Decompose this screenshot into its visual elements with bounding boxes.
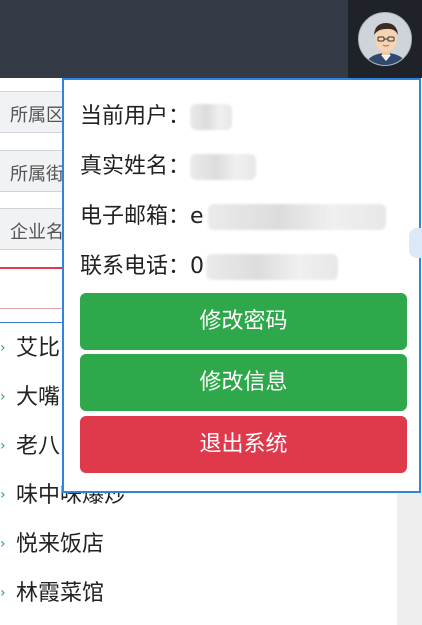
divider-red-light — [0, 308, 62, 309]
real-name-label: 真实姓名： — [80, 154, 191, 179]
phone-value-partial: 0 — [190, 254, 205, 279]
restaurant-name: 悦来饭店 — [16, 532, 105, 557]
scroll-track[interactable] — [397, 490, 422, 625]
chevron-right-icon: › — [0, 340, 6, 356]
user-avatar[interactable] — [358, 12, 412, 66]
real-name-row: 真实姓名： — [80, 150, 257, 184]
restaurant-name: 林霞菜馆 — [16, 581, 105, 606]
change-password-button[interactable]: 修改密码 — [80, 293, 407, 350]
restaurant-name: 老八 — [16, 434, 61, 459]
phone-row: 联系电话：0 — [80, 250, 339, 284]
redacted-phone — [206, 254, 339, 280]
redacted-real-name — [190, 154, 257, 180]
current-user-label: 当前用户： — [80, 104, 191, 129]
list-item[interactable]: › 悦来饭店 — [0, 520, 397, 569]
phone-label: 联系电话： — [80, 254, 191, 279]
user-info-popup: 当前用户： 真实姓名： 电子邮箱：e 联系电话：0 修改密码 修改信息 退出系统 — [62, 78, 421, 493]
edit-info-button[interactable]: 修改信息 — [80, 354, 407, 411]
email-row: 电子邮箱：e — [80, 200, 386, 234]
redacted-username — [190, 104, 233, 130]
logout-button[interactable]: 退出系统 — [80, 416, 407, 473]
street-filter-label: 所属街 — [10, 164, 64, 185]
chevron-right-icon: › — [0, 438, 6, 454]
divider-red — [0, 267, 62, 269]
chevron-right-icon: › — [0, 585, 6, 601]
company-filter-label: 企业名 — [10, 222, 64, 243]
chevron-right-icon: › — [0, 536, 6, 552]
email-label: 电子邮箱： — [80, 204, 191, 229]
avatar-icon — [359, 13, 411, 65]
email-value-partial: e — [190, 204, 204, 229]
popup-edge-highlight — [409, 228, 422, 258]
list-item[interactable]: › 林霞菜馆 — [0, 569, 397, 618]
chevron-right-icon: › — [0, 389, 6, 405]
avatar-container[interactable] — [348, 0, 422, 78]
restaurant-name: 艾比 — [16, 336, 61, 361]
district-filter-label: 所属区 — [10, 105, 64, 126]
redacted-email — [207, 204, 386, 230]
current-user-row: 当前用户： — [80, 100, 233, 134]
chevron-right-icon: › — [0, 487, 6, 503]
restaurant-name: 大嘴 — [16, 385, 61, 410]
